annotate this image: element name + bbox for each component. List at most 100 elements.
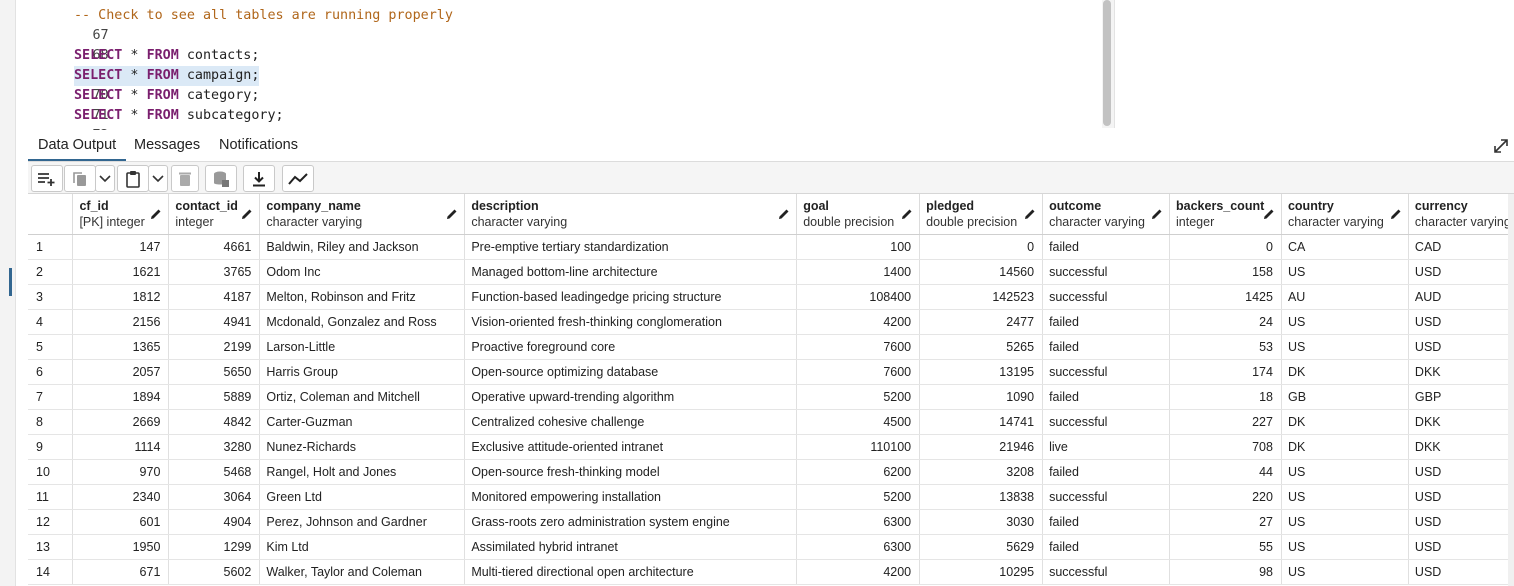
code-line-72[interactable]: 72SELECT * FROM subcategory; — [16, 106, 1101, 143]
cell-contact-id[interactable]: 4941 — [168, 309, 261, 335]
cell-currency[interactable]: USD — [1408, 559, 1514, 585]
edit-column-icon[interactable] — [1263, 208, 1275, 220]
cell-cf-id[interactable]: 1950 — [72, 534, 170, 560]
save-data-button[interactable] — [205, 165, 237, 192]
cell-company-name[interactable]: Rangel, Holt and Jones — [259, 459, 466, 485]
code-line-69[interactable]: 69SELECT * FROM contacts; — [16, 46, 1101, 83]
cell-goal[interactable]: 7600 — [796, 334, 921, 360]
sql-editor[interactable]: 67 -- Check to see all tables are running… — [16, 0, 1514, 143]
column-header-country[interactable]: country character varying — [1281, 194, 1409, 235]
cell-currency[interactable]: USD — [1408, 259, 1514, 285]
cell-backers-count[interactable]: 227 — [1169, 409, 1282, 435]
row-number[interactable]: 11 — [28, 484, 74, 510]
cell-backers-count[interactable]: 27 — [1169, 509, 1282, 535]
column-header-contact-id[interactable]: contact_id integer — [168, 194, 261, 235]
cell-company-name[interactable]: Perez, Johnson and Gardner — [259, 509, 466, 535]
column-header-outcome[interactable]: outcome character varying — [1042, 194, 1171, 235]
cell-company-name[interactable]: Larson-Little — [259, 334, 466, 360]
cell-outcome[interactable]: failed — [1042, 509, 1171, 535]
edit-column-icon[interactable] — [778, 208, 790, 220]
edit-column-icon[interactable] — [1151, 208, 1163, 220]
code-line-71[interactable]: 71 SELECT * FROM category; — [16, 86, 1101, 123]
cell-pledged[interactable]: 0 — [919, 234, 1044, 260]
row-number[interactable]: 3 — [28, 284, 74, 310]
cell-goal[interactable]: 110100 — [796, 434, 921, 460]
cell-pledged[interactable]: 3208 — [919, 459, 1044, 485]
table-row[interactable]: 9 1114 3280 Nunez-Richards Exclusive attitud… — [28, 434, 1514, 460]
row-number[interactable]: 14 — [28, 559, 74, 585]
cell-pledged[interactable]: 14560 — [919, 259, 1044, 285]
cell-outcome[interactable]: failed — [1042, 309, 1171, 335]
cell-cf-id[interactable]: 2156 — [72, 309, 170, 335]
cell-contact-id[interactable]: 3064 — [168, 484, 261, 510]
edit-column-icon[interactable] — [150, 208, 162, 220]
cell-contact-id[interactable]: 2199 — [168, 334, 261, 360]
cell-country[interactable]: US — [1281, 509, 1409, 535]
column-header-company-name[interactable]: company_name character varying — [259, 194, 466, 235]
cell-cf-id[interactable]: 970 — [72, 459, 170, 485]
cell-outcome[interactable]: failed — [1042, 459, 1171, 485]
cell-description[interactable]: Exclusive attitude-oriented intranet — [464, 434, 798, 460]
cell-goal[interactable]: 6200 — [796, 459, 921, 485]
cell-currency[interactable]: CAD — [1408, 234, 1514, 260]
cell-country[interactable]: DK — [1281, 409, 1409, 435]
cell-country[interactable]: US — [1281, 459, 1409, 485]
cell-description[interactable]: Multi-tiered directional open architectu… — [464, 559, 798, 585]
cell-backers-count[interactable]: 53 — [1169, 334, 1282, 360]
cell-country[interactable]: GB — [1281, 384, 1409, 410]
table-row[interactable]: 13 1950 1299 Kim Ltd Assimilated hybrid intr… — [28, 534, 1514, 560]
cell-contact-id[interactable]: 3280 — [168, 434, 261, 460]
cell-pledged[interactable]: 14741 — [919, 409, 1044, 435]
cell-backers-count[interactable]: 98 — [1169, 559, 1282, 585]
cell-cf-id[interactable]: 1812 — [72, 284, 170, 310]
cell-country[interactable]: US — [1281, 259, 1409, 285]
cell-company-name[interactable]: Ortiz, Coleman and Mitchell — [259, 384, 466, 410]
cell-country[interactable]: US — [1281, 559, 1409, 585]
code-line-70[interactable]: 70 SELECT * FROM campaign; — [16, 66, 1101, 103]
column-header-backers-count[interactable]: backers_count integer — [1169, 194, 1282, 235]
cell-description[interactable]: Centralized cohesive challenge — [464, 409, 798, 435]
row-number[interactable]: 4 — [28, 309, 74, 335]
tab-notifications[interactable]: Notifications — [209, 130, 308, 161]
cell-description[interactable]: Pre-emptive tertiary standardization — [464, 234, 798, 260]
cell-description[interactable]: Managed bottom-line architecture — [464, 259, 798, 285]
cell-company-name[interactable]: Carter-Guzman — [259, 409, 466, 435]
table-row[interactable]: 10 970 5468 Rangel, Holt and Jones Open-sour… — [28, 459, 1514, 485]
cell-description[interactable]: Function-based leadingedge pricing struc… — [464, 284, 798, 310]
column-header-currency[interactable]: currency character varying — [1408, 194, 1514, 235]
cell-outcome[interactable]: successful — [1042, 484, 1171, 510]
row-number[interactable]: 1 — [28, 234, 74, 260]
cell-country[interactable]: AU — [1281, 284, 1409, 310]
cell-description[interactable]: Open-source fresh-thinking model — [464, 459, 798, 485]
row-number[interactable]: 7 — [28, 384, 74, 410]
cell-description[interactable]: Assimilated hybrid intranet — [464, 534, 798, 560]
cell-contact-id[interactable]: 4661 — [168, 234, 261, 260]
cell-contact-id[interactable]: 4842 — [168, 409, 261, 435]
cell-currency[interactable]: DKK — [1408, 359, 1514, 385]
cell-description[interactable]: Grass-roots zero administration system e… — [464, 509, 798, 535]
cell-country[interactable]: CA — [1281, 234, 1409, 260]
cell-cf-id[interactable]: 147 — [72, 234, 170, 260]
cell-pledged[interactable]: 3030 — [919, 509, 1044, 535]
cell-pledged[interactable]: 21946 — [919, 434, 1044, 460]
cell-company-name[interactable]: Mcdonald, Gonzalez and Ross — [259, 309, 466, 335]
cell-outcome[interactable]: successful — [1042, 559, 1171, 585]
cell-outcome[interactable]: successful — [1042, 359, 1171, 385]
tab-data-output[interactable]: Data Output — [28, 130, 127, 161]
row-number[interactable]: 5 — [28, 334, 74, 360]
cell-goal[interactable]: 5200 — [796, 484, 921, 510]
edit-column-icon[interactable] — [1024, 208, 1036, 220]
cell-outcome[interactable]: failed — [1042, 234, 1171, 260]
cell-contact-id[interactable]: 5889 — [168, 384, 261, 410]
cell-contact-id[interactable]: 4904 — [168, 509, 261, 535]
table-row[interactable]: 3 1812 4187 Melton, Robinson and Fritz Funct… — [28, 284, 1514, 310]
column-header-goal[interactable]: goal double precision — [796, 194, 921, 235]
cell-pledged[interactable]: 5629 — [919, 534, 1044, 560]
cell-goal[interactable]: 100 — [796, 234, 921, 260]
cell-contact-id[interactable]: 4187 — [168, 284, 261, 310]
cell-pledged[interactable]: 5265 — [919, 334, 1044, 360]
cell-backers-count[interactable]: 220 — [1169, 484, 1282, 510]
cell-description[interactable]: Vision-oriented fresh-thinking conglomer… — [464, 309, 798, 335]
cell-cf-id[interactable]: 601 — [72, 509, 170, 535]
cell-company-name[interactable]: Kim Ltd — [259, 534, 466, 560]
